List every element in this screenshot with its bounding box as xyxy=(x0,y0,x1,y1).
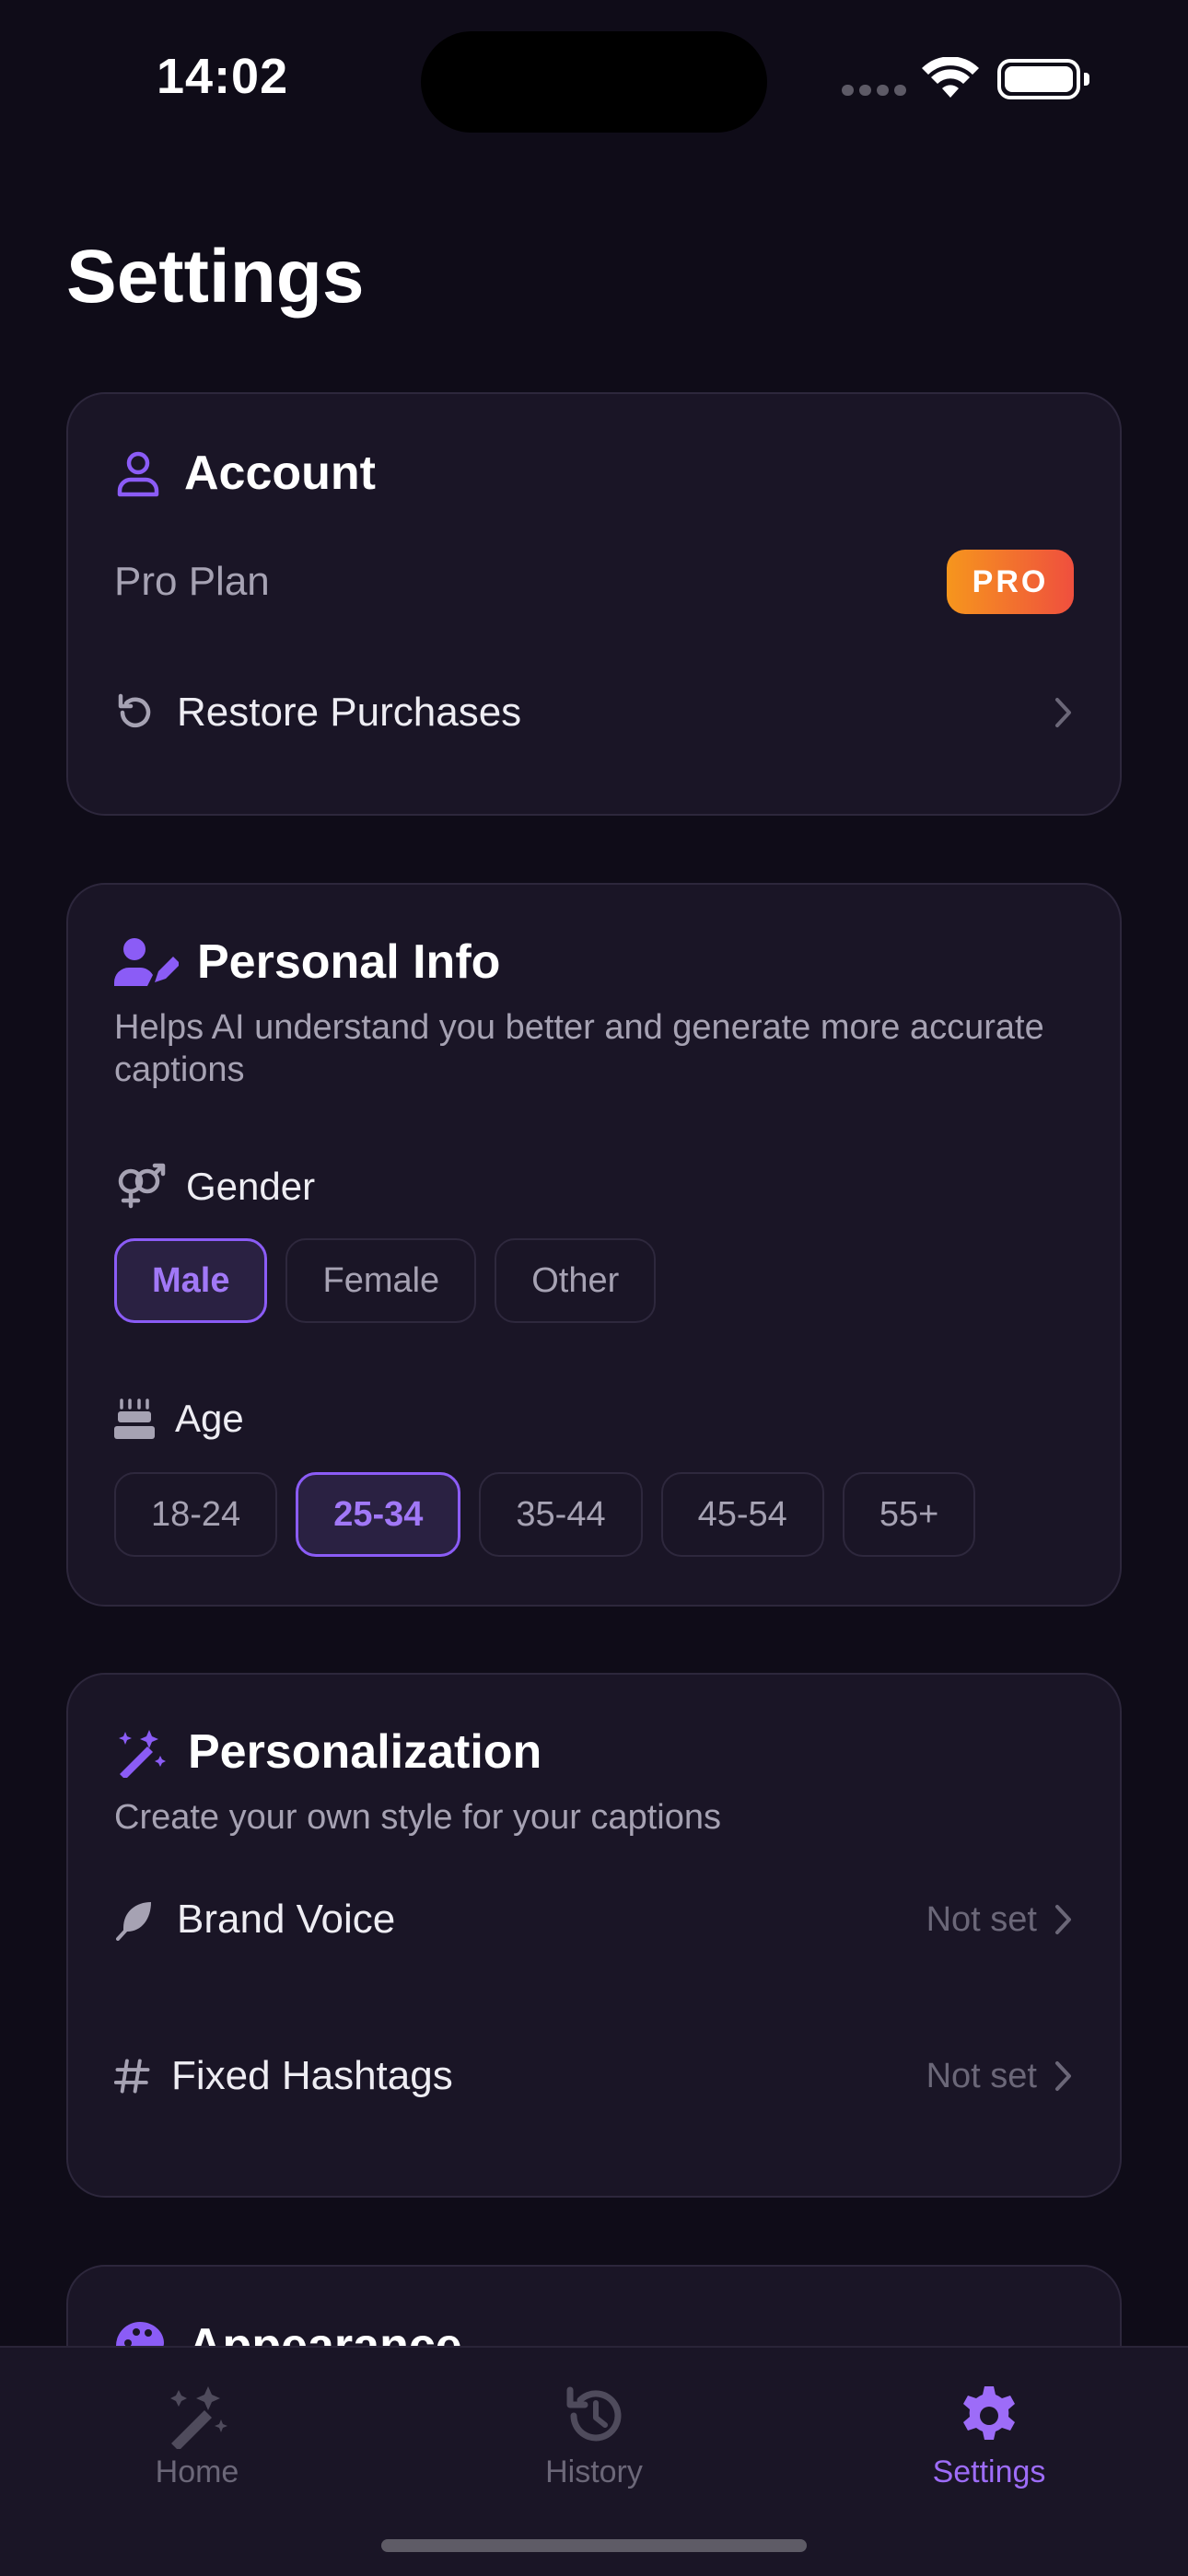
personalization-card: Personalization Create your own style fo… xyxy=(66,1673,1122,2198)
fixed-hashtags-value: Not set xyxy=(926,2056,1037,2095)
age-options: 18-24 25-34 35-44 45-54 55+ xyxy=(114,1472,994,1557)
tab-settings[interactable]: Settings xyxy=(851,2383,1127,2490)
gender-label-row: Gender xyxy=(114,1163,315,1211)
wifi-icon xyxy=(922,57,979,98)
fixed-hashtags-label: Fixed Hashtags xyxy=(171,2053,453,2098)
battery-icon xyxy=(997,59,1089,99)
tab-settings-label: Settings xyxy=(932,2454,1046,2489)
pro-badge: PRO xyxy=(947,550,1074,614)
personalization-description: Create your own style for your captions xyxy=(114,1798,721,1837)
restore-purchases-row[interactable]: Restore Purchases xyxy=(114,676,1074,749)
account-header: Account xyxy=(114,446,376,501)
gender-icon xyxy=(118,1163,166,1209)
restore-icon xyxy=(118,693,151,728)
brand-voice-label: Brand Voice xyxy=(177,1897,396,1942)
magic-wand-icon xyxy=(170,2386,227,2449)
tab-home[interactable]: Home xyxy=(59,2383,335,2490)
status-time: 14:02 xyxy=(157,49,289,104)
personal-info-title: Personal Info xyxy=(197,935,501,989)
gear-icon xyxy=(963,2386,1015,2440)
chevron-right-icon xyxy=(1055,2061,1071,2091)
restore-purchases-label: Restore Purchases xyxy=(177,690,522,735)
gender-option-other[interactable]: Other xyxy=(495,1238,657,1323)
cake-icon xyxy=(114,1398,155,1439)
personalization-header: Personalization xyxy=(114,1724,542,1780)
personalization-title: Personalization xyxy=(188,1725,542,1779)
personal-info-description: Helps AI understand you better and gener… xyxy=(114,1008,1044,1089)
fixed-hashtags-row[interactable]: Fixed Hashtags Not set xyxy=(114,2039,1074,2113)
page-title: Settings xyxy=(66,235,365,319)
user-icon xyxy=(117,451,159,497)
age-label: Age xyxy=(175,1397,244,1440)
account-title: Account xyxy=(184,447,376,500)
status-bar: 14:02 xyxy=(0,0,1188,138)
gender-option-male[interactable]: Male xyxy=(114,1238,268,1323)
chevron-right-icon xyxy=(1055,1905,1071,1934)
plan-row: Pro Plan PRO xyxy=(114,545,1074,619)
personal-info-header: Personal Info xyxy=(114,934,500,990)
age-option-45-54[interactable]: 45-54 xyxy=(660,1472,824,1557)
age-option-18-24[interactable]: 18-24 xyxy=(114,1472,278,1557)
brand-voice-row[interactable]: Brand Voice Not set xyxy=(114,1883,1074,1956)
account-card: Account Pro Plan PRO Restore Purchases xyxy=(66,392,1122,816)
tab-home-label: Home xyxy=(155,2454,239,2489)
personal-info-card: Personal Info Helps AI understand you be… xyxy=(66,883,1122,1607)
user-edit-icon xyxy=(114,938,179,986)
gender-option-female[interactable]: Female xyxy=(285,1238,477,1323)
gender-label: Gender xyxy=(186,1165,316,1208)
brand-voice-value: Not set xyxy=(926,1899,1037,1939)
tab-history-label: History xyxy=(545,2454,643,2489)
tab-history[interactable]: History xyxy=(456,2383,732,2490)
age-option-35-44[interactable]: 35-44 xyxy=(479,1472,643,1557)
feather-icon xyxy=(116,1902,151,1941)
hashtag-icon xyxy=(114,2059,150,2094)
plan-label: Pro Plan xyxy=(114,559,270,604)
chevron-right-icon xyxy=(1055,698,1071,727)
dynamic-island xyxy=(421,31,767,133)
history-icon xyxy=(566,2386,622,2442)
age-option-25-34[interactable]: 25-34 xyxy=(296,1472,461,1557)
cellular-signal-icon xyxy=(842,85,906,96)
home-indicator xyxy=(381,2539,807,2552)
magic-wand-icon xyxy=(119,1730,166,1778)
gender-options: Male Female Other xyxy=(114,1238,674,1323)
age-label-row: Age xyxy=(114,1397,244,1441)
age-option-55-plus[interactable]: 55+ xyxy=(842,1472,976,1557)
